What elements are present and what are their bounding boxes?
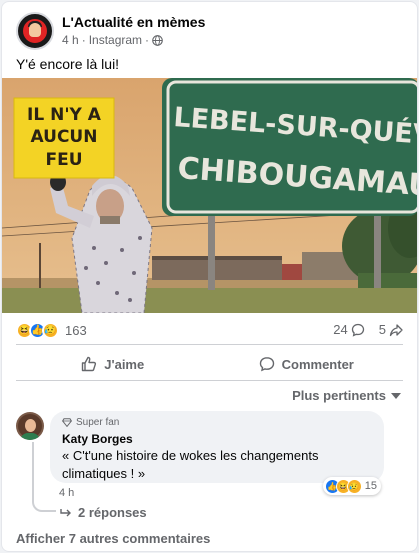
protest-sign-line-2: AUCUN — [31, 127, 98, 147]
action-bar: J'aime Commenter — [16, 348, 403, 380]
replies-label: 2 réponses — [78, 505, 147, 520]
engagement-stats: 24 5 — [333, 322, 403, 337]
super-fan-badge: Super fan — [62, 417, 372, 428]
post-source: Instagram — [88, 33, 143, 47]
post-caption: Y'é encore là lui! — [16, 56, 120, 72]
reply-arrow-icon — [60, 508, 71, 516]
globe-icon — [152, 34, 163, 46]
post-time[interactable]: 4 h — [62, 33, 79, 47]
commenter-avatar[interactable] — [16, 412, 44, 440]
caret-down-icon — [391, 392, 401, 399]
post-card: L'Actualité en mèmes 4 h · Instagram · Y… — [1, 1, 418, 552]
meta-separator: · — [81, 33, 86, 47]
comment-time[interactable]: 4 h — [59, 487, 74, 499]
comment-count: 24 — [333, 322, 348, 337]
post-meta: 4 h · Instagram · — [62, 33, 163, 47]
reaction-summary[interactable]: 😆 👍 😥 163 — [16, 320, 87, 340]
comment-reaction-count: 15 — [364, 480, 377, 492]
thumbs-up-icon — [82, 356, 97, 372]
comment-button[interactable]: Commenter — [210, 348, 404, 380]
comment-reactions[interactable]: 👍 😆 😥 15 — [322, 477, 381, 495]
sort-label: Plus pertinents — [292, 388, 386, 403]
super-fan-label: Super fan — [76, 417, 120, 428]
divider — [16, 344, 403, 345]
view-replies-link[interactable]: 2 réponses — [60, 505, 147, 520]
post-header: L'Actualité en mèmes 4 h · Instagram · — [16, 12, 407, 52]
share-stat[interactable]: 5 — [379, 322, 403, 337]
sad-reaction-icon: 😥 — [42, 321, 59, 339]
page-name[interactable]: L'Actualité en mèmes — [62, 14, 205, 30]
comment-bubble-icon — [351, 323, 364, 337]
like-label: J'aime — [104, 356, 145, 372]
view-more-comments-link[interactable]: Afficher 7 autres commentaires — [16, 531, 210, 546]
reaction-count[interactable]: 163 — [65, 323, 87, 338]
comment-bubble: Super fan Katy Borges « C't'une histoire… — [50, 411, 384, 483]
diamond-icon — [62, 418, 72, 427]
sad-reaction-icon: 😥 — [346, 478, 362, 494]
protest-sign-line-3: FEU — [45, 150, 82, 170]
comment-icon — [259, 357, 274, 372]
share-count: 5 — [378, 322, 386, 337]
meta-separator: · — [145, 33, 150, 47]
comment-sort-dropdown[interactable]: Plus pertinents — [292, 388, 401, 403]
comment-stat[interactable]: 24 — [333, 322, 364, 337]
protest-sign-line-1: IL N'Y A — [27, 105, 102, 125]
comment-text: « C't'une histoire de wokes les changeme… — [62, 448, 319, 481]
post-image[interactable]: LEBEL-SUR-QUÉVILLON CHIBOUGAMAU IL N'Y A… — [2, 78, 417, 313]
page-avatar[interactable] — [16, 12, 54, 50]
comment-author[interactable]: Katy Borges — [62, 432, 372, 446]
share-arrow-icon — [389, 323, 403, 336]
divider — [16, 380, 403, 381]
like-button[interactable]: J'aime — [16, 348, 210, 380]
comment-label: Commenter — [281, 356, 354, 372]
